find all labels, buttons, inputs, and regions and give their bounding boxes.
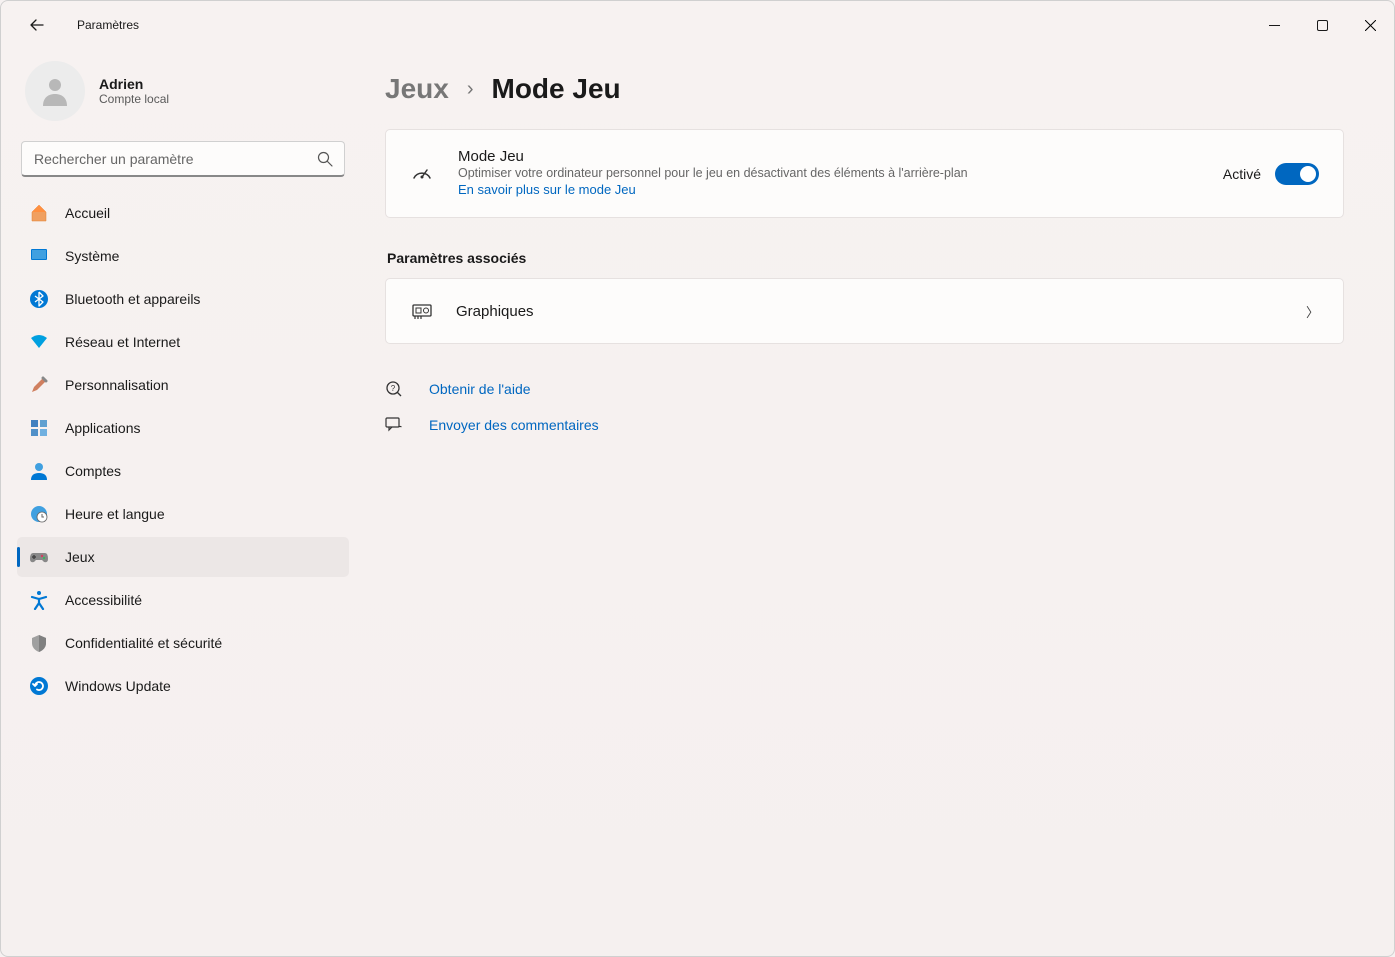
- nav-label: Accueil: [65, 205, 110, 221]
- nav-label: Bluetooth et appareils: [65, 291, 200, 307]
- nav-label: Comptes: [65, 463, 121, 479]
- nav-label: Windows Update: [65, 678, 171, 694]
- update-icon: [29, 676, 49, 696]
- nav-time-language[interactable]: Heure et langue: [17, 494, 349, 534]
- nav-home[interactable]: Accueil: [17, 193, 349, 233]
- profile-section[interactable]: Adrien Compte local: [13, 49, 353, 141]
- arrow-left-icon: [29, 17, 45, 33]
- get-help-link[interactable]: Obtenir de l'aide: [429, 381, 531, 397]
- learn-more-link[interactable]: En savoir plus sur le mode Jeu: [458, 182, 636, 197]
- feedback-icon: <듬circle cx="15" cy="13" r="2.5" fill="#…: [385, 416, 403, 434]
- window-controls: [1250, 7, 1394, 43]
- maximize-button[interactable]: [1298, 7, 1346, 43]
- profile-text: Adrien Compte local: [99, 76, 169, 106]
- sidebar: Adrien Compte local Accueil Système: [1, 49, 361, 956]
- nav-label: Heure et langue: [65, 506, 165, 522]
- page-title: Mode Jeu: [492, 73, 621, 105]
- bluetooth-icon: [29, 289, 49, 309]
- avatar: [25, 61, 85, 121]
- nav-privacy[interactable]: Confidentialité et sécurité: [17, 623, 349, 663]
- breadcrumb-parent[interactable]: Jeux: [385, 73, 449, 105]
- search-icon: [317, 151, 333, 167]
- clock-globe-icon: [29, 504, 49, 524]
- profile-subtitle: Compte local: [99, 92, 169, 106]
- titlebar: Paramètres: [1, 1, 1394, 49]
- back-button[interactable]: [17, 5, 57, 45]
- settings-window: Paramètres Adrien Compte local: [0, 0, 1395, 957]
- setting-description: Optimiser votre ordinateur personnel pou…: [458, 166, 1199, 180]
- brush-icon: [29, 375, 49, 395]
- gamepad-icon: [29, 547, 49, 567]
- nav-windows-update[interactable]: Windows Update: [17, 666, 349, 706]
- speedometer-icon: [410, 162, 434, 186]
- nav-network[interactable]: Réseau et Internet: [17, 322, 349, 362]
- home-icon: [29, 203, 49, 223]
- maximize-icon: [1317, 20, 1328, 31]
- wifi-icon: [29, 332, 49, 352]
- titlebar-left: Paramètres: [17, 5, 139, 45]
- system-icon: [29, 246, 49, 266]
- help-links: ? Obtenir de l'aide <듬circle cx="15" cy=…: [385, 380, 1344, 434]
- graphics-label: Graphiques: [456, 303, 1284, 320]
- related-settings-header: Paramètres associés: [387, 250, 1344, 266]
- nav-system[interactable]: Système: [17, 236, 349, 276]
- close-icon: [1365, 20, 1376, 31]
- search-input[interactable]: [21, 141, 345, 177]
- minimize-icon: [1269, 20, 1280, 31]
- game-mode-text: Mode Jeu Optimiser votre ordinateur pers…: [458, 148, 1199, 199]
- close-button[interactable]: [1346, 7, 1394, 43]
- person-icon: [37, 73, 73, 109]
- nav-accounts[interactable]: Comptes: [17, 451, 349, 491]
- shield-icon: [29, 633, 49, 653]
- content-area: Jeux › Mode Jeu Mode Jeu Optimiser votre…: [361, 49, 1394, 956]
- nav-personalization[interactable]: Personnalisation: [17, 365, 349, 405]
- nav-accessibility[interactable]: Accessibilité: [17, 580, 349, 620]
- setting-title: Mode Jeu: [458, 148, 1199, 165]
- chevron-right-icon: 〉: [1306, 302, 1319, 321]
- game-mode-toggle[interactable]: [1275, 163, 1319, 185]
- toggle-group: Activé: [1223, 163, 1319, 185]
- nav-bluetooth[interactable]: Bluetooth et appareils: [17, 279, 349, 319]
- nav-label: Personnalisation: [65, 377, 169, 393]
- nav-gaming[interactable]: Jeux: [17, 537, 349, 577]
- sidebar-nav: Accueil Système Bluetooth et appareils R…: [13, 193, 353, 706]
- help-icon: ?: [385, 380, 403, 398]
- profile-name: Adrien: [99, 76, 169, 92]
- game-mode-setting: Mode Jeu Optimiser votre ordinateur pers…: [386, 130, 1343, 217]
- accessibility-icon: [29, 590, 49, 610]
- chevron-right-icon: ›: [467, 78, 474, 101]
- graphics-card[interactable]: Graphiques 〉: [385, 278, 1344, 344]
- app-title: Paramètres: [77, 18, 139, 32]
- main-layout: Adrien Compte local Accueil Système: [1, 49, 1394, 956]
- nav-label: Système: [65, 248, 119, 264]
- game-mode-card: Mode Jeu Optimiser votre ordinateur pers…: [385, 129, 1344, 218]
- nav-label: Accessibilité: [65, 592, 142, 608]
- nav-apps[interactable]: Applications: [17, 408, 349, 448]
- nav-label: Réseau et Internet: [65, 334, 180, 350]
- search-box: [21, 141, 345, 177]
- graphics-row[interactable]: Graphiques 〉: [386, 279, 1343, 343]
- svg-text:?: ?: [391, 384, 396, 393]
- feedback-link[interactable]: Envoyer des commentaires: [429, 417, 599, 433]
- nav-label: Confidentialité et sécurité: [65, 635, 222, 651]
- nav-label: Jeux: [65, 549, 95, 565]
- feedback-row: <듬circle cx="15" cy="13" r="2.5" fill="#…: [385, 416, 1344, 434]
- toggle-state-label: Activé: [1223, 166, 1261, 182]
- breadcrumb: Jeux › Mode Jeu: [385, 73, 1344, 105]
- minimize-button[interactable]: [1250, 7, 1298, 43]
- gpu-icon: [410, 299, 434, 323]
- person-icon: [29, 461, 49, 481]
- apps-icon: [29, 418, 49, 438]
- get-help-row: ? Obtenir de l'aide: [385, 380, 1344, 398]
- nav-label: Applications: [65, 420, 141, 436]
